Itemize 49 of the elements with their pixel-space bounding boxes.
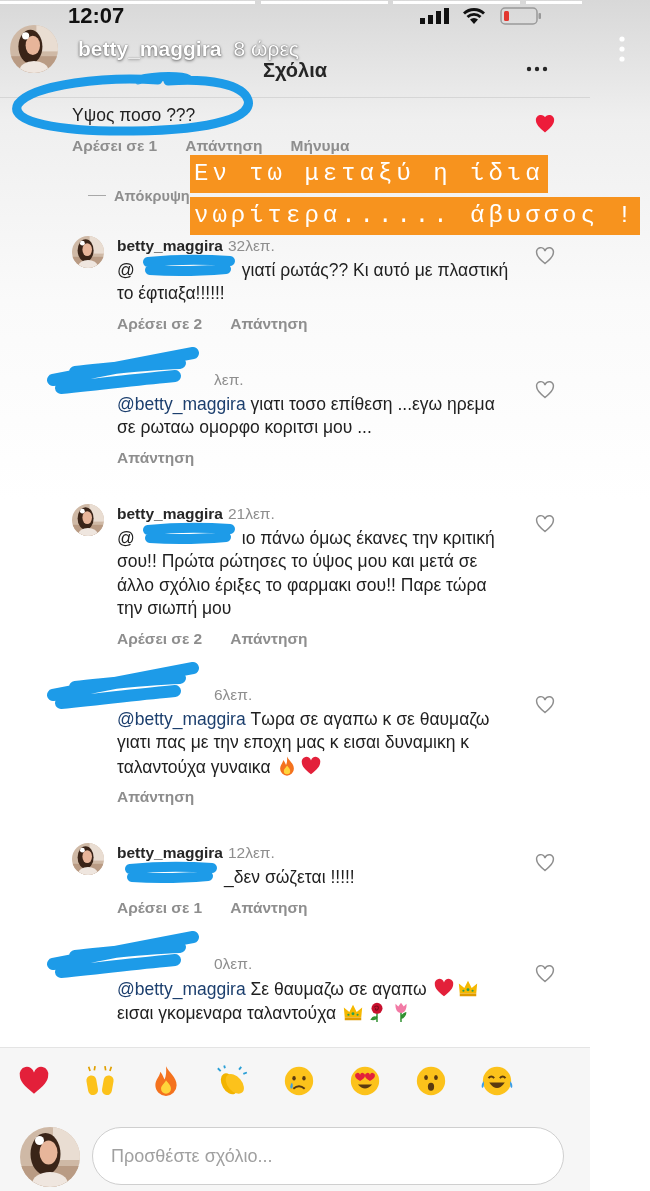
heart-icon[interactable]: [535, 245, 555, 266]
heart-icon[interactable]: [535, 963, 555, 984]
comment-text: Υψος ποσο ???: [72, 105, 196, 125]
comment-text: @ ιο πάνω όμως έκανες την κριτική σου!! Πρώτα ρώτησες το ύψος μου και μετά σε άλλο σχόλιο έριξες το φαρμακι σου!! Παρε τώρα την σιωπή μου: [117, 526, 510, 621]
comment-action[interactable]: Αρέσει σε 1: [72, 135, 158, 156]
comment-action[interactable]: Αρέσει σε 1: [117, 897, 203, 918]
comment-text: _δεν σώζεται !!!!!: [117, 866, 510, 890]
story-time: 8 ώρες: [233, 37, 299, 61]
comment-action[interactable]: Απάντηση: [230, 313, 308, 334]
hide-replies-link[interactable]: Απόκρυψη: [114, 187, 190, 204]
more-icon[interactable]: [526, 66, 548, 72]
heart-icon[interactable]: [535, 513, 555, 534]
comment-action[interactable]: Απάντηση: [117, 447, 195, 468]
story-username[interactable]: betty_maggira: [78, 37, 222, 61]
signal-icon: [420, 8, 450, 24]
mention-link[interactable]: @betty_maggira: [117, 978, 246, 999]
username[interactable]: betty_maggira: [117, 843, 223, 863]
comment-action[interactable]: Απάντηση: [185, 135, 263, 156]
heart-icon[interactable]: [535, 114, 555, 134]
heart-icon[interactable]: [535, 379, 555, 400]
comment-time: 21λεπ.: [227, 503, 275, 524]
wifi-icon: [462, 8, 486, 24]
comment-action[interactable]: Μήνυμα: [290, 135, 350, 156]
mention-link[interactable]: @betty_maggira: [117, 393, 246, 414]
comment-time: 0λεπ.: [214, 953, 253, 974]
comment-text: @betty_maggira Τωρα σε αγαπω κ σε θαυμαζω γιατι πας με την εποχη μας κ εισαι δυναμικη κ ταλαντούχα γυναικα: [117, 707, 491, 779]
comment-time: 6λεπ.: [214, 684, 253, 705]
heart-icon[interactable]: [535, 853, 555, 873]
comment-action[interactable]: Αρέσει σε 2: [117, 313, 203, 334]
username[interactable]: betty_maggira: [117, 503, 223, 524]
username[interactable]: betty_maggira: [117, 235, 223, 256]
comment-action[interactable]: Απάντηση: [230, 628, 308, 649]
heart-icon: [300, 754, 323, 777]
comment-text: @betty_maggira γιατι τοσο επίθεση ...εγω ηρεμα σε ρωταω ομορφο κοριτσι μου ...: [117, 392, 496, 439]
comment-time: 12λεπ.: [227, 843, 275, 863]
heart-icon: [432, 976, 455, 999]
comment-time: 32λεπ.: [227, 235, 275, 256]
comment-input[interactable]: Προσθέστε σχόλιο...: [92, 1127, 564, 1185]
comment-text: @betty_maggira Σε θαυμαζω σε αγαπω εισαι γκομεναρα ταλαντούχα: [117, 976, 510, 1026]
comment-text: @ γιατί ρωτάς?? Κι αυτό με πλαστική το έφτιαξα!!!!!!: [117, 258, 510, 306]
sheet-title: Σχόλια: [263, 59, 327, 82]
comment-action[interactable]: Αρέσει σε 2: [117, 628, 203, 649]
comment-action[interactable]: Απάντηση: [117, 787, 195, 807]
status-time: 12:07: [68, 5, 125, 27]
comment-time: λεπ.: [214, 369, 244, 390]
battery-icon: [500, 7, 542, 25]
mention-link[interactable]: @betty_maggira: [117, 708, 246, 729]
heart-icon[interactable]: [535, 694, 555, 715]
comment-action[interactable]: Απάντηση: [230, 897, 308, 918]
